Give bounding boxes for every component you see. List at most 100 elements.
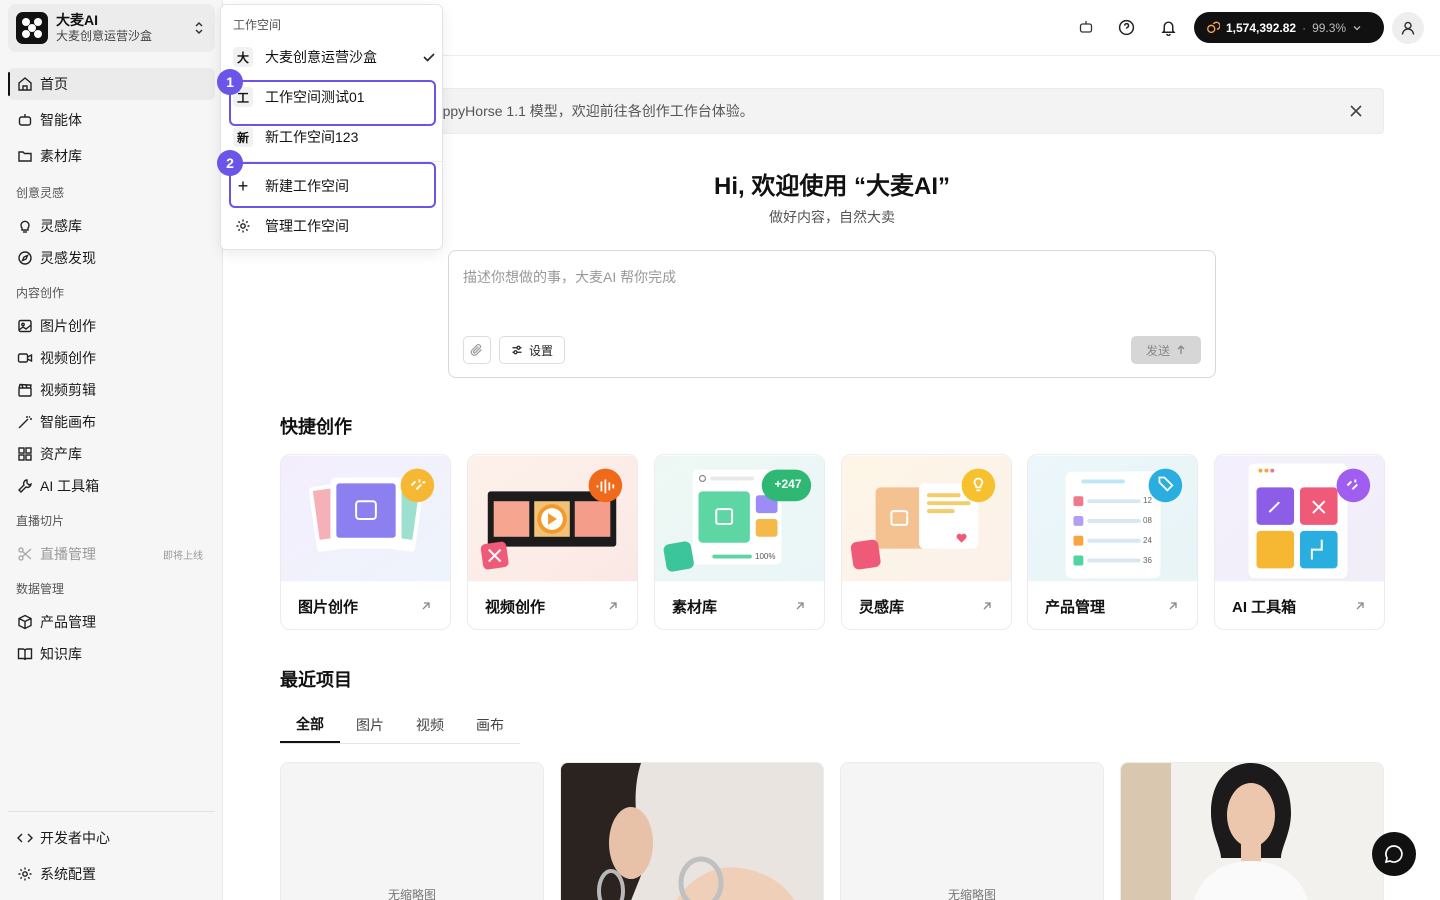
user-avatar[interactable] xyxy=(1392,12,1424,44)
arrow-up-right-icon xyxy=(422,602,430,610)
check-icon xyxy=(423,53,435,62)
quick-card-product[interactable]: 12 08 24 36 产品管理 xyxy=(1027,454,1198,630)
materials-illustration xyxy=(655,455,824,582)
send-label: 发送 xyxy=(1145,343,1170,358)
scissors-icon xyxy=(18,547,32,561)
tab-videos[interactable]: 视频 xyxy=(400,706,460,743)
dropdown-header: 工作空间 xyxy=(233,18,282,32)
tab-canvas[interactable]: 画布 xyxy=(460,706,520,743)
sidebar-item-label: 产品管理 xyxy=(40,614,96,630)
project-thumbnail[interactable] xyxy=(560,762,824,900)
sidebar-item-label: 系统配置 xyxy=(40,866,96,882)
arrow-up-right-icon xyxy=(1169,602,1177,610)
sidebar-item-label: 直播管理 xyxy=(40,546,96,562)
coming-soon-badge: 即将上线 xyxy=(163,550,203,562)
manage-workspace-button[interactable]: 管理工作空间 xyxy=(233,210,436,242)
sidebar-item-smart-canvas[interactable]: 智能画布 xyxy=(8,406,215,438)
announcement-banner: 面支持 Seed 2.1 与 HappyHorse 1.1 模型，欢迎前往各创作… xyxy=(280,88,1384,134)
sidebar-item-materials[interactable]: 素材库 xyxy=(8,140,215,172)
settings-button[interactable]: 设置 xyxy=(499,336,565,364)
highlight-box-1 xyxy=(229,80,436,126)
book-open-icon xyxy=(17,648,33,661)
quick-card-label: AI 工具箱 xyxy=(1232,599,1297,616)
send-button[interactable]: 发送 xyxy=(1131,336,1201,364)
quick-card-materials[interactable]: 素材库 +247 100% xyxy=(654,454,825,630)
grid-icon xyxy=(18,447,32,461)
prompt-input[interactable]: 描述你想做的事，大麦AI 帮你完成 xyxy=(463,267,676,287)
quick-card-ai-toolbox[interactable]: AI 工具箱 xyxy=(1214,454,1385,630)
nav-group-content: 内容创作 xyxy=(16,285,65,300)
agent-bot-button[interactable] xyxy=(1075,16,1097,38)
sidebar-item-label: 开发者中心 xyxy=(40,830,110,846)
quick-card-label: 视频创作 xyxy=(485,599,546,616)
sidebar-item-image-create[interactable]: 图片创作 xyxy=(8,310,215,342)
sidebar-item-dev-center[interactable]: 开发者中心 xyxy=(8,820,215,856)
chevron-up-down-icon xyxy=(195,21,203,35)
arrow-up-right-icon xyxy=(1356,602,1364,610)
sidebar-item-video-edit[interactable]: 视频剪辑 xyxy=(8,374,215,406)
chat-support-button[interactable] xyxy=(1372,832,1416,876)
recent-projects-title: 最近项目 xyxy=(280,670,352,690)
highlight-box-2 xyxy=(229,162,436,208)
workspace-switcher[interactable]: 大麦AI 大麦创意运营沙盒 xyxy=(8,4,215,52)
sidebar-item-product-manage[interactable]: 产品管理 xyxy=(8,606,215,638)
sidebar-item-video-create[interactable]: 视频创作 xyxy=(8,342,215,374)
sidebar-item-home[interactable]: 首页 xyxy=(8,68,215,100)
arrow-up-right-icon xyxy=(983,602,991,610)
robot-icon xyxy=(18,114,32,126)
no-thumbnail-text: 无缩略图 xyxy=(947,888,996,900)
chat-bubble-icon xyxy=(1384,845,1403,864)
product-number: 24 xyxy=(1143,536,1152,545)
sidebar-item-label: 灵感库 xyxy=(40,218,82,234)
quick-card-video[interactable]: 视频创作 xyxy=(467,454,638,630)
workspace-subtitle: 大麦创意运营沙盒 xyxy=(56,29,153,43)
sidebar-item-system-config[interactable]: 系统配置 xyxy=(8,856,215,892)
quick-card-image[interactable]: 图片创作 xyxy=(280,454,451,630)
sidebar-item-knowledge[interactable]: 知识库 xyxy=(8,638,215,670)
chevron-down-icon xyxy=(1353,25,1361,30)
sidebar-item-label: 知识库 xyxy=(40,646,82,662)
workspace-dropdown: 工作空间 大 大麦创意运营沙盒 工 工作空间测试01 新 新工作空间123 + … xyxy=(220,4,443,250)
image-icon xyxy=(18,319,32,333)
balance-separator: · xyxy=(1302,20,1307,35)
credit-balance-button[interactable]: 1,574,392.82 · 99.3% xyxy=(1194,12,1384,43)
tab-all[interactable]: 全部 xyxy=(280,706,340,743)
sidebar-item-live-manage: 直播管理 即将上线 xyxy=(8,538,215,570)
sidebar-item-ai-toolbox[interactable]: AI 工具箱 xyxy=(8,470,215,502)
inspiration-illustration xyxy=(842,455,1011,582)
arrow-up-right-icon xyxy=(609,602,617,610)
arrow-up-right-icon xyxy=(796,602,804,610)
quick-card-label: 灵感库 xyxy=(859,599,905,616)
sidebar-nav: 首页 智能体 素材库 创意灵感 灵感库 灵感发现 内容创作 图片创作 视频创作 xyxy=(8,68,215,670)
sidebar-item-label: AI 工具箱 xyxy=(40,478,100,494)
notifications-button[interactable] xyxy=(1157,16,1179,38)
quick-card-inspiration[interactable]: 灵感库 xyxy=(841,454,1012,630)
help-button[interactable] xyxy=(1115,16,1137,38)
sidebar-item-label: 视频创作 xyxy=(40,350,96,366)
sidebar-item-inspiration-lib[interactable]: 灵感库 xyxy=(8,210,215,242)
sidebar-item-inspiration-discover[interactable]: 灵感发现 xyxy=(8,242,215,274)
product-number: 36 xyxy=(1143,556,1152,565)
sidebar-item-assets[interactable]: 资产库 xyxy=(8,438,215,470)
sidebar-item-agents[interactable]: 智能体 xyxy=(8,104,215,136)
nav-group-live: 直播切片 xyxy=(16,513,65,528)
project-thumbnail[interactable]: 无缩略图 xyxy=(280,762,544,900)
product-number: 08 xyxy=(1143,516,1152,525)
earring-photo xyxy=(561,763,823,900)
tab-images[interactable]: 图片 xyxy=(340,706,400,743)
prompt-composer: 描述你想做的事，大麦AI 帮你完成 设置 发送 xyxy=(448,250,1216,378)
home-icon xyxy=(18,77,32,91)
workspace-option[interactable]: 大 大麦创意运营沙盒 xyxy=(233,41,436,73)
attach-button[interactable] xyxy=(463,336,491,364)
workspace-badge: 新 xyxy=(233,127,253,147)
project-thumbnail[interactable]: 无缩略图 xyxy=(840,762,1104,900)
close-icon[interactable] xyxy=(1349,104,1363,118)
sliders-icon xyxy=(512,345,522,355)
manage-workspace-label: 管理工作空间 xyxy=(265,218,349,234)
quick-card-label: 图片创作 xyxy=(298,599,359,616)
project-thumbnail[interactable] xyxy=(1120,762,1384,900)
video-camera-icon xyxy=(17,353,33,363)
product-number: 12 xyxy=(1143,496,1152,505)
coins-icon xyxy=(1207,21,1220,33)
nav-group-inspiration: 创意灵感 xyxy=(16,185,65,200)
